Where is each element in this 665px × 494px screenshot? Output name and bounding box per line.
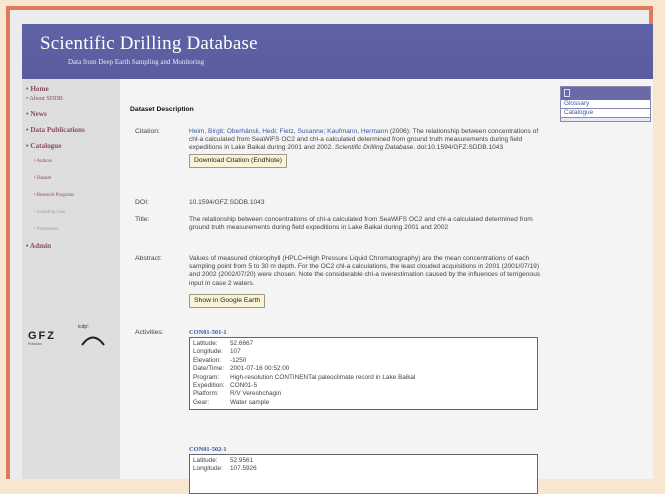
sidebar-item-dataset[interactable]: • Dataset [34,176,51,181]
document-icon [564,89,570,97]
activity-row-key: Expedition: [193,382,225,390]
glossary-link[interactable]: Glossary [561,100,650,109]
activity-row: Longitude: 107 [193,348,534,356]
gfz-logo[interactable]: GFZ [28,330,56,342]
abstract-label: Abstract: [135,255,162,262]
activity-2: CON01-502-1 Latitude: 52.9561 Longitude: 1… [189,446,538,494]
site-subtitle: Data from Deep Earth Sampling and Monito… [68,58,205,66]
sidebar-item-parameters[interactable]: • Parameters [34,227,58,232]
activity-row: Expedition: CON01-5 [193,382,534,390]
activity-details-box: Latitude: 52.6667 Longitude: 107 Elevation… [189,337,538,411]
activity-row: Gear: Water sample [193,399,534,407]
partner-logos: GFZ Potsdam icdp! [28,324,105,346]
sidebar-item-data-publications[interactable]: • Data Publications [26,126,85,134]
activities-label: Activities: [135,329,164,336]
citation-doi: . doi:10.1594/GFZ.SDDB.1043 [413,144,504,152]
activity-row-value: CON01-5 [230,382,257,390]
activity-1: CON01-501-1 Latitude: 52.6667 Longitude: 1… [189,329,538,411]
icdp-logo-mark: ! [87,324,89,330]
activity-row: Program: High-resolution CONTINENTal pale… [193,374,534,382]
download-citation-button[interactable]: Download Citation (EndNote) [189,153,288,168]
doi-label: DOI: [135,199,149,206]
activity-row-value: 52.9561 [230,457,254,464]
title-value: The relationship between concentrations … [189,216,533,232]
quick-links-panel: Glossary Catalogue [560,86,651,122]
show-google-earth-button[interactable]: Show in Google Earth [189,293,266,309]
activity-row-key: Longitude: [193,348,223,356]
activity-row-value: 107 [230,348,241,356]
section-title: Dataset Description [130,106,194,113]
catalogue-link[interactable]: Catalogue [561,109,650,118]
activity-details-box: Latitude: 52.9561 Longitude: 107.5926 [189,454,538,494]
citation-label: Citation: [135,128,160,135]
main-content: Dataset Description Citation: Heim, Birg… [130,79,555,494]
icdp-logo-text: icdp [78,324,88,330]
gfz-logo-subtitle: Potsdam [28,342,42,346]
activity-row: Platform: R/V Vereshchagin [193,390,534,398]
sidebar-item-sampling-gear[interactable]: • Sampling Gear [34,210,66,215]
sidebar-item-authors[interactable]: • Authors [34,159,52,164]
abstract-text: Values of measured chlorophyll (HPLC=Hig… [189,255,541,287]
activity-row-value: 2001-07-16 00:52:00 [230,365,290,373]
activity-row: Latitude: 52.9561 [193,457,534,465]
activity-code-link[interactable]: CON01-501-1 [189,329,538,336]
sidebar-item-news[interactable]: • News [26,110,47,118]
sidebar: • Home • About SDDB • News • Data Public… [22,79,120,479]
activity-row-value: -1250 [230,356,247,364]
title-label: Title: [135,216,150,223]
sidebar-item-admin[interactable]: • Admin [26,242,51,250]
activity-row-key: Longitude: [193,465,223,473]
citation-text: Heim, Birgit; Oberhänsli, Hedi; Fietz, S… [189,128,541,168]
site-header: Scientific Drilling Database Data from D… [22,24,653,79]
icdp-arc-icon [81,336,105,346]
sidebar-item-about-sddb[interactable]: • About SDDB [26,95,63,102]
activity-row-key: Date/Time: [193,365,225,373]
activity-row-value: R/V Vereshchagin [230,390,282,398]
activity-row-key: Latitude: [193,457,218,464]
sidebar-item-home[interactable]: • Home [26,85,49,93]
activity-row-value: High-resolution CONTINENTal paleoclimate… [230,373,416,381]
activity-row-key: Elevation: [193,356,222,364]
citation-authors-link[interactable]: Heim, Birgit; Oberhänsli, Hedi; Fietz, S… [189,128,388,135]
citation-journal: Scientific Drilling Database [334,144,414,152]
activity-row: Longitude: 107.5926 [193,465,534,473]
activity-row-value: 52.6667 [230,340,254,347]
activity-row-value: Water sample [230,398,270,406]
activity-code-link[interactable]: CON01-502-1 [189,446,538,453]
doi-value: 10.1594/GFZ.SDDB.1043 [189,199,265,206]
site-title[interactable]: Scientific Drilling Database [40,33,258,55]
activity-row-key: Platform: [193,390,219,398]
quick-links-header [561,87,650,100]
activity-row-key: Latitude: [193,340,218,347]
activity-row: Latitude: 52.6667 [193,340,534,348]
activity-row-value: 107.5926 [230,465,257,473]
activity-row-key: Gear: [193,398,209,406]
icdp-logo[interactable]: icdp! [78,324,89,330]
abstract-value: Values of measured chlorophyll (HPLC=Hig… [189,255,541,309]
activity-row: Elevation: -1250 [193,357,534,365]
page-body: • Home • About SDDB • News • Data Public… [22,79,653,494]
activity-row-key: Program: [193,373,220,381]
activity-row: Date/Time: 2001-07-16 00:52:00 [193,365,534,373]
sidebar-item-research-programs[interactable]: • Research Programs [34,193,74,198]
sidebar-item-catalogue[interactable]: • Catalogue [26,142,61,150]
